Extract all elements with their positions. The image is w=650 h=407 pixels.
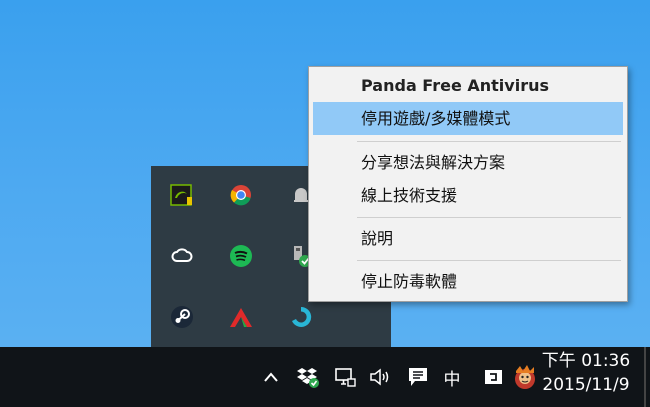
menu-item-help[interactable]: 說明 xyxy=(313,222,623,255)
ime-mode-icon[interactable] xyxy=(481,347,507,407)
action-center-icon[interactable] xyxy=(404,347,432,407)
menu-item-disable-game-mode[interactable]: 停用遊戲/多媒體模式 xyxy=(313,102,623,135)
steam-icon[interactable] xyxy=(169,304,195,330)
menu-separator xyxy=(357,141,621,142)
menu-separator xyxy=(357,217,621,218)
clock-time: 下午 01:36 xyxy=(541,351,631,371)
menu-item-stop-antivirus[interactable]: 停止防毒軟體 xyxy=(313,265,623,298)
volume-icon[interactable] xyxy=(366,347,394,407)
creative-cloud-icon[interactable] xyxy=(169,243,195,269)
menu-item-online-support[interactable]: 線上技術支援 xyxy=(313,179,623,212)
nvidia-icon[interactable] xyxy=(169,182,195,208)
menu-item-share-ideas[interactable]: 分享想法與解決方案 xyxy=(313,146,623,179)
show-desktop-divider[interactable] xyxy=(644,347,646,407)
show-hidden-icons-button[interactable] xyxy=(258,347,284,407)
context-menu: Panda Free Antivirus 停用遊戲/多媒體模式 分享想法與解決方… xyxy=(308,66,628,302)
input-language-indicator[interactable]: 中 xyxy=(438,347,466,407)
chrome-icon[interactable] xyxy=(228,182,254,208)
arrow-app-icon[interactable] xyxy=(228,304,254,330)
menu-title: Panda Free Antivirus xyxy=(361,76,549,95)
clock-date: 2015/11/9 xyxy=(542,375,630,395)
panda-antivirus-icon[interactable] xyxy=(288,304,314,330)
taskbar: 中 下午 01:36 2015/11/9 xyxy=(0,347,650,407)
network-icon[interactable] xyxy=(331,347,359,407)
spotify-icon[interactable] xyxy=(228,243,254,269)
dropbox-icon[interactable] xyxy=(294,347,322,407)
clock[interactable]: 下午 01:36 2015/11/9 xyxy=(536,349,636,397)
chevron-up-icon xyxy=(264,372,278,382)
menu-separator xyxy=(357,260,621,261)
